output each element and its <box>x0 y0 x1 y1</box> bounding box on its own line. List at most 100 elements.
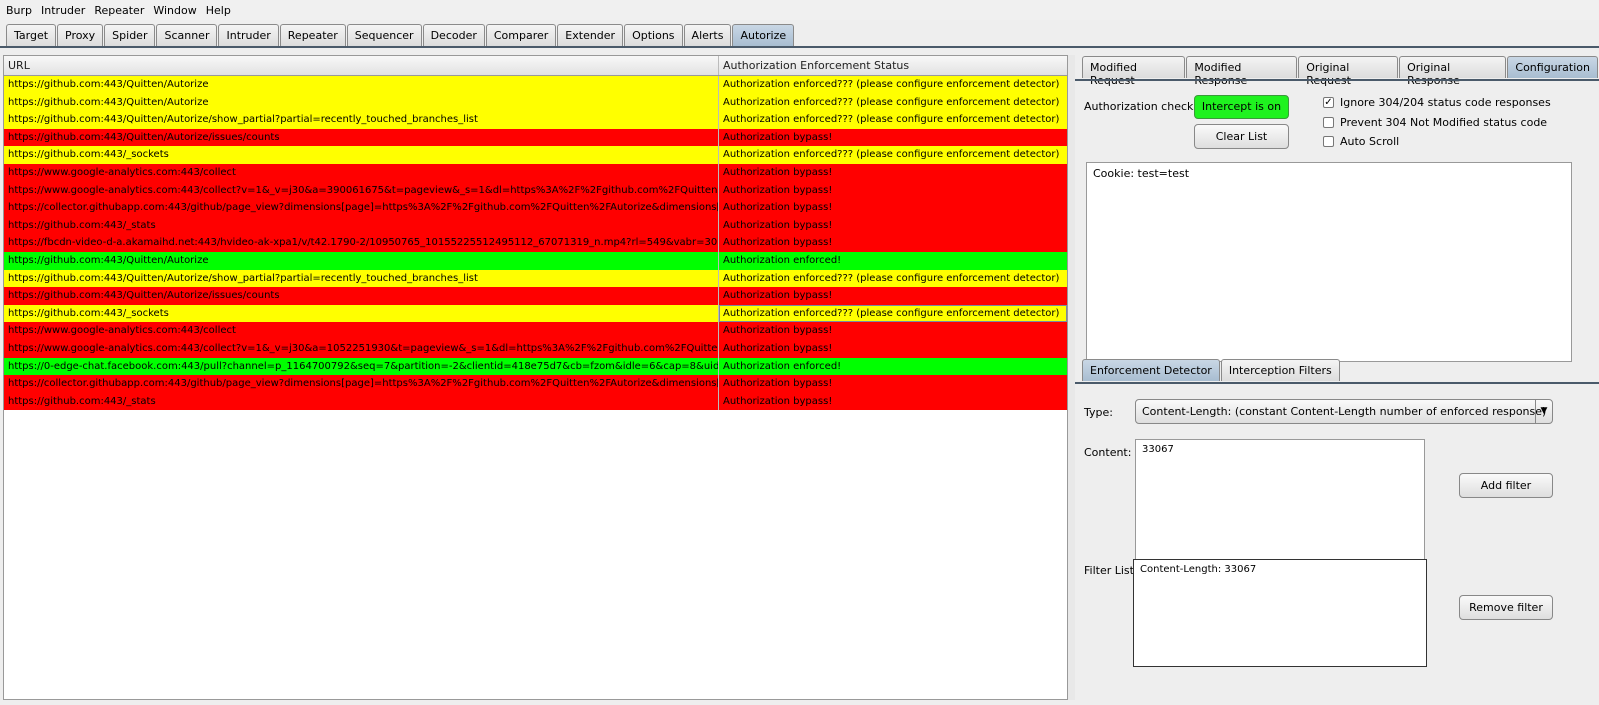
menu-window[interactable]: Window <box>153 4 196 17</box>
url-cell: https://www.google-analytics.com:443/col… <box>4 322 719 340</box>
table-row[interactable]: https://github.com:443/Quitten/Autorize A… <box>4 93 1067 112</box>
tab-intruder[interactable]: Intruder <box>218 24 279 46</box>
status-cell: Authorization bypass! <box>723 131 833 143</box>
filter-list-label: Filter List: <box>1084 564 1138 577</box>
table-row[interactable]: https://www.google-analytics.com:443/col… <box>4 163 1067 182</box>
menu-help[interactable]: Help <box>206 4 231 17</box>
type-label: Type: <box>1084 406 1113 419</box>
detail-tabs: Modified RequestModified ResponseOrigina… <box>1082 56 1599 87</box>
menu-burp[interactable]: Burp <box>6 4 32 17</box>
table-row[interactable]: https://fbcdn-video-d-a.akamaihd.net:443… <box>4 234 1067 252</box>
url-cell: https://www.google-analytics.com:443/col… <box>4 339 719 358</box>
tab-autorize[interactable]: Autorize <box>732 24 795 46</box>
status-cell: Authorization bypass! <box>723 325 833 337</box>
menu-repeater[interactable]: Repeater <box>94 4 144 17</box>
url-cell: https://fbcdn-video-d-a.akamaihd.net:443… <box>4 234 719 252</box>
url-cell: https://www.google-analytics.com:443/col… <box>4 181 719 200</box>
table-row[interactable]: https://github.com:443/Quitten/Autorize/… <box>4 128 1067 147</box>
tab-interception-filters[interactable]: Interception Filters <box>1220 359 1340 381</box>
status-cell: Authorization bypass! <box>723 237 833 249</box>
results-table: URL Authorization Enforcement Status htt… <box>3 55 1068 700</box>
intercept-toggle-button[interactable]: Intercept is on <box>1194 95 1289 119</box>
table-row[interactable]: https://www.google-analytics.com:443/col… <box>4 322 1067 340</box>
filter-list-item[interactable]: Content-Length: 33067 <box>1140 564 1420 575</box>
url-cell: https://github.com:443/_stats <box>4 392 719 411</box>
checkbox-checked-icon[interactable]: ✓ <box>1323 97 1334 108</box>
table-row[interactable]: https://github.com:443/Quitten/Autorize/… <box>4 111 1067 129</box>
tab-sequencer[interactable]: Sequencer <box>346 24 422 46</box>
url-cell: https://github.com:443/Quitten/Autorize/… <box>4 111 719 129</box>
checkbox-icon[interactable] <box>1323 117 1334 128</box>
table-row[interactable]: https://github.com:443/_stats Authorizati… <box>4 392 1067 411</box>
tab-extender[interactable]: Extender <box>557 24 624 46</box>
type-selected-value: Content-Length: (constant Content-Length… <box>1142 405 1547 418</box>
tab-enforcement-detector[interactable]: Enforcement Detector <box>1082 359 1220 381</box>
url-cell: https://collector.githubapp.com:443/gith… <box>4 199 719 217</box>
filter-list: Content-Length: 33067 <box>1133 559 1427 667</box>
status-cell: Authorization bypass! <box>723 395 833 407</box>
table-row[interactable]: https://www.google-analytics.com:443/col… <box>4 181 1067 200</box>
url-cell: https://0-edge-chat.facebook.com:443/pul… <box>4 357 719 376</box>
url-cell: https://github.com:443/Quitten/Autorize <box>4 76 719 94</box>
status-cell: Authorization enforced??? (please config… <box>723 79 1060 90</box>
tab-modified-request[interactable]: Modified Request <box>1082 56 1186 87</box>
tab-modified-response[interactable]: Modified Response <box>1186 56 1298 87</box>
table-row[interactable]: https://collector.githubapp.com:443/gith… <box>4 375 1067 393</box>
tab-proxy[interactable]: Proxy <box>57 24 104 46</box>
checkbox-icon[interactable] <box>1323 136 1334 147</box>
tab-original-response[interactable]: Original Response <box>1399 56 1507 87</box>
config-panel: Modified RequestModified ResponseOrigina… <box>1075 50 1599 705</box>
tab-alerts[interactable]: Alerts <box>683 24 732 46</box>
table-row[interactable]: https://github.com:443/_sockets Authoriza… <box>4 304 1067 323</box>
tab-target[interactable]: Target <box>6 24 57 46</box>
tab-spider[interactable]: Spider <box>104 24 156 46</box>
ignore-304-204-checkbox[interactable]: ✓ Ignore 304/204 status code responses <box>1323 96 1551 109</box>
tab-options[interactable]: Options <box>624 24 683 46</box>
status-cell: Authorization bypass! <box>723 219 833 231</box>
table-row[interactable]: https://github.com:443/Quitten/Autorize/… <box>4 269 1067 288</box>
tab-configuration[interactable]: Configuration <box>1507 56 1598 78</box>
remove-filter-button[interactable]: Remove filter <box>1459 595 1553 620</box>
cookie-textarea[interactable]: Cookie: test=test <box>1086 162 1572 362</box>
tab-decoder[interactable]: Decoder <box>422 24 485 46</box>
content-textarea[interactable]: 33067 <box>1135 439 1425 569</box>
table-row[interactable]: https://www.google-analytics.com:443/col… <box>4 339 1067 358</box>
auto-scroll-checkbox[interactable]: Auto Scroll <box>1323 135 1399 148</box>
divider <box>1075 79 1599 81</box>
table-row[interactable]: https://collector.githubapp.com:443/gith… <box>4 199 1067 217</box>
clear-list-button[interactable]: Clear List <box>1194 124 1289 149</box>
add-filter-button[interactable]: Add filter <box>1459 473 1553 498</box>
table-row[interactable]: https://github.com:443/Quitten/Autorize A… <box>4 76 1067 94</box>
content-label: Content: <box>1084 446 1132 459</box>
table-row[interactable]: https://github.com:443/_stats Authorizati… <box>4 216 1067 235</box>
checkbox-label: Ignore 304/204 status code responses <box>1340 96 1551 109</box>
main-tabs: Target Proxy Spider Scanner Intruder Repeater… <box>6 24 795 46</box>
table-row[interactable]: https://github.com:443/Quitten/Autorize/… <box>4 287 1067 305</box>
divider <box>1075 382 1599 384</box>
status-cell: Authorization enforced! <box>723 360 842 372</box>
column-header-status[interactable]: Authorization Enforcement Status <box>719 56 1067 75</box>
split-pane-divider[interactable] <box>1068 55 1075 700</box>
status-cell: Authorization enforced??? (please config… <box>723 96 1060 108</box>
status-cell: Authorization enforced??? (please config… <box>723 114 1060 126</box>
detector-tabs: Enforcement Detector Interception Filters <box>1082 359 1341 381</box>
checkbox-label: Auto Scroll <box>1340 135 1400 148</box>
table-body: https://github.com:443/Quitten/Autorize A… <box>4 76 1067 411</box>
tab-comparer[interactable]: Comparer <box>485 24 557 46</box>
tab-scanner[interactable]: Scanner <box>156 24 218 46</box>
table-row[interactable]: https://github.com:443/_sockets Authoriza… <box>4 146 1067 164</box>
status-cell: Authorization bypass! <box>723 342 833 354</box>
tab-repeater[interactable]: Repeater <box>279 24 346 46</box>
chevron-down-icon[interactable]: ▼ <box>1535 400 1552 423</box>
column-header-url[interactable]: URL <box>4 56 719 75</box>
status-cell: Authorization enforced! <box>723 254 842 266</box>
type-dropdown[interactable]: Content-Length: (constant Content-Length… <box>1135 399 1553 424</box>
url-cell: https://github.com:443/Quitten/Autorize/… <box>4 269 719 288</box>
prevent-304-checkbox[interactable]: Prevent 304 Not Modified status code <box>1323 116 1547 129</box>
checkbox-label: Prevent 304 Not Modified status code <box>1340 116 1548 129</box>
table-row[interactable]: https://0-edge-chat.facebook.com:443/pul… <box>4 357 1067 376</box>
tab-original-request[interactable]: Original Request <box>1298 56 1399 87</box>
status-cell: Authorization bypass! <box>723 202 833 214</box>
table-row[interactable]: https://github.com:443/Quitten/Autorize A… <box>4 251 1067 270</box>
menu-intruder[interactable]: Intruder <box>41 4 85 17</box>
